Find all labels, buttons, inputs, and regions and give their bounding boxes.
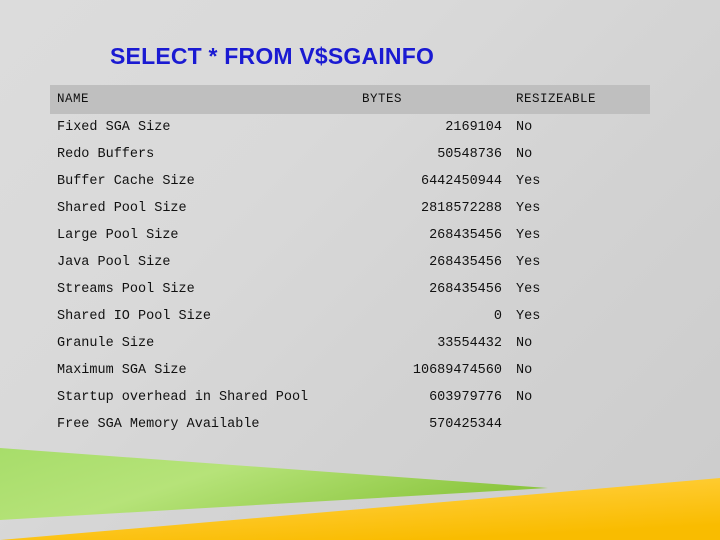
cell-name: Shared Pool Size (57, 201, 187, 216)
cell-bytes: 268435456 (429, 228, 502, 243)
cell-resizeable: Yes (516, 282, 541, 297)
cell-resizeable: Yes (516, 201, 541, 216)
cell-bytes: 570425344 (429, 417, 502, 432)
cell-name: Shared IO Pool Size (57, 309, 211, 324)
cell-name: Java Pool Size (57, 255, 171, 270)
sga-info-table-container: NAME BYTES RESIZEABLE Fixed SGA Size 2169… (50, 85, 650, 438)
cell-resizeable: Yes (516, 228, 541, 243)
cell-resizeable: No (516, 336, 533, 351)
cell-resizeable (516, 411, 650, 438)
cell-name: Granule Size (57, 336, 155, 351)
table-row: Redo Buffers 50548736 No (50, 141, 650, 168)
table-row: Granule Size 33554432 No (50, 330, 650, 357)
cell-name: Large Pool Size (57, 228, 179, 243)
cell-name: Maximum SGA Size (57, 363, 187, 378)
table-header-row: NAME BYTES RESIZEABLE (50, 85, 650, 114)
page-title: SELECT * FROM V$SGAINFO (110, 43, 435, 69)
cell-bytes: 50548736 (437, 147, 502, 162)
table-row: Shared Pool Size 2818572288 Yes (50, 195, 650, 222)
cell-resizeable: Yes (516, 174, 541, 189)
cell-bytes: 268435456 (429, 255, 502, 270)
cell-bytes: 2169104 (445, 120, 502, 135)
slide-canvas: SELECT * FROM V$SGAINFO NAME BYTES RESIZ… (0, 0, 720, 540)
cell-bytes: 10689474560 (412, 363, 502, 378)
table-row: Buffer Cache Size 6442450944 Yes (50, 168, 650, 195)
table-body: Fixed SGA Size 2169104 No Redo Buffers 50548… (50, 114, 650, 438)
table-row: Maximum SGA Size 10689474560 No (50, 357, 650, 384)
table-row: Java Pool Size 268435456 Yes (50, 249, 650, 276)
table-header: NAME BYTES RESIZEABLE (50, 85, 650, 114)
cell-bytes: 33554432 (437, 336, 502, 351)
column-header-resizeable: RESIZEABLE (516, 85, 650, 114)
cell-resizeable: No (516, 390, 533, 405)
cell-resizeable: Yes (516, 309, 541, 324)
sga-info-table: NAME BYTES RESIZEABLE Fixed SGA Size 2169… (50, 85, 650, 438)
cell-resizeable: No (516, 363, 533, 378)
column-header-name: NAME (50, 85, 362, 114)
table-row: Free SGA Memory Available 570425344 (50, 411, 650, 438)
column-header-bytes: BYTES (362, 85, 516, 114)
cell-bytes: 6442450944 (420, 174, 502, 189)
cell-bytes: 2818572288 (420, 201, 502, 216)
table-row: Shared IO Pool Size 0 Yes (50, 303, 650, 330)
cell-bytes: 0 (493, 309, 502, 324)
table-row: Large Pool Size 268435456 Yes (50, 222, 650, 249)
cell-resizeable: No (516, 120, 533, 135)
cell-name: Startup overhead in Shared Pool (57, 390, 309, 405)
table-row: Streams Pool Size 268435456 Yes (50, 276, 650, 303)
cell-name: Free SGA Memory Available (57, 417, 260, 432)
decorative-corner-graphic (0, 448, 720, 540)
table-row: Startup overhead in Shared Pool 603979776… (50, 384, 650, 411)
cell-name: Streams Pool Size (57, 282, 195, 297)
table-row: Fixed SGA Size 2169104 No (50, 114, 650, 141)
cell-name: Fixed SGA Size (57, 120, 171, 135)
cell-resizeable: Yes (516, 255, 541, 270)
cell-resizeable: No (516, 147, 533, 162)
cell-name: Redo Buffers (57, 147, 155, 162)
cell-bytes: 603979776 (429, 390, 502, 405)
cell-bytes: 268435456 (429, 282, 502, 297)
cell-name: Buffer Cache Size (57, 174, 195, 189)
